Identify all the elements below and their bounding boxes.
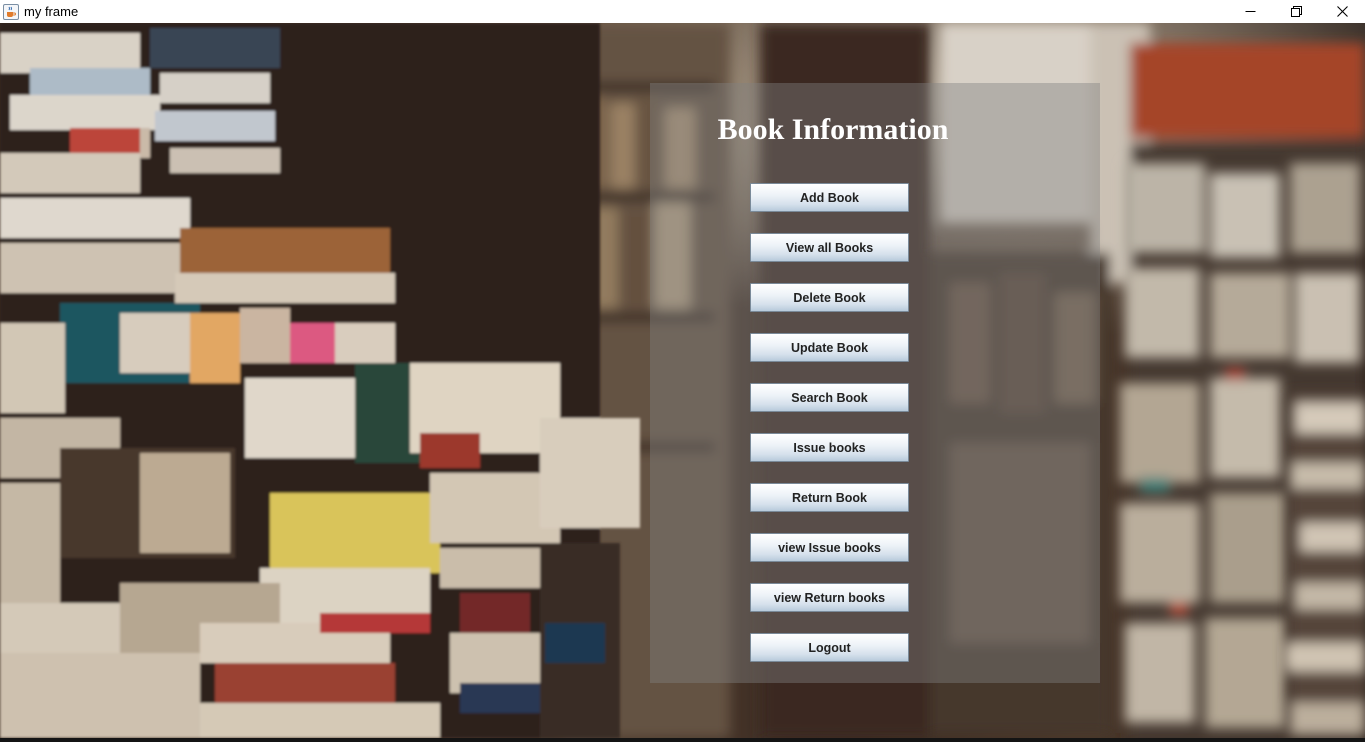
- close-icon[interactable]: [1319, 0, 1365, 23]
- view-return-books-button[interactable]: view Return books: [750, 583, 909, 612]
- view-all-books-button[interactable]: View all Books: [750, 233, 909, 262]
- update-book-button[interactable]: Update Book: [750, 333, 909, 362]
- window-controls: [1227, 0, 1365, 23]
- issue-books-button[interactable]: Issue books: [750, 433, 909, 462]
- main-content: Book Information Add Book View all Books…: [0, 23, 1365, 738]
- minimize-icon[interactable]: [1227, 0, 1273, 23]
- window-bottom-edge: [0, 738, 1365, 742]
- window-titlebar[interactable]: my frame: [0, 0, 1365, 23]
- logout-button[interactable]: Logout: [750, 633, 909, 662]
- add-book-button[interactable]: Add Book: [750, 183, 909, 212]
- delete-book-button[interactable]: Delete Book: [750, 283, 909, 312]
- search-book-button[interactable]: Search Book: [750, 383, 909, 412]
- maximize-icon[interactable]: [1273, 0, 1319, 23]
- page-title: Book Information: [717, 113, 949, 146]
- view-issue-books-button[interactable]: view Issue books: [750, 533, 909, 562]
- return-book-button[interactable]: Return Book: [750, 483, 909, 512]
- book-information-panel: Book Information Add Book View all Books…: [650, 83, 1100, 683]
- java-coffee-icon: [3, 3, 19, 20]
- window-title: my frame: [24, 4, 79, 19]
